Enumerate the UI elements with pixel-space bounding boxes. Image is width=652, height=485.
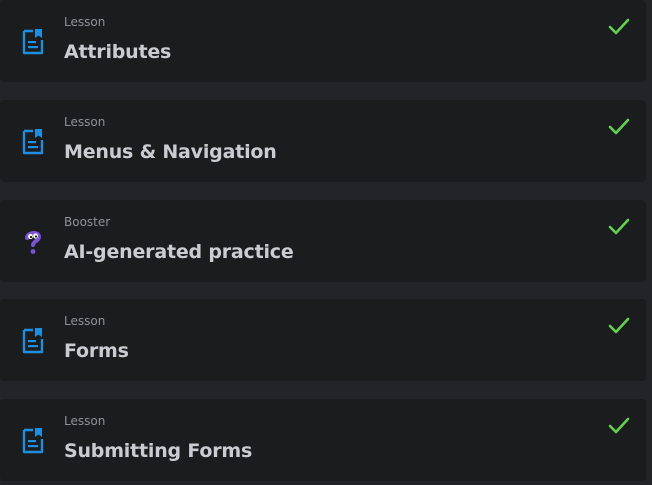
item-title: Forms: [64, 340, 129, 362]
item-type-label: Lesson: [64, 115, 106, 129]
item-type-label: Lesson: [64, 414, 106, 428]
item-title: Menus & Navigation: [64, 141, 277, 163]
checkmark-icon: [607, 117, 631, 137]
item-title: Attributes: [64, 41, 172, 63]
item-type-label: Booster: [64, 215, 111, 229]
list-item-attributes[interactable]: Lesson Attributes: [0, 0, 646, 82]
lesson-document-icon: [20, 28, 46, 56]
checkmark-icon: [607, 416, 631, 436]
list-item-menus-navigation[interactable]: Lesson Menus & Navigation: [0, 100, 646, 182]
item-type-label: Lesson: [64, 314, 106, 328]
item-title: Submitting Forms: [64, 440, 253, 462]
booster-question-icon: [20, 228, 46, 256]
list-item-ai-practice[interactable]: Booster AI-generated practice: [0, 200, 646, 282]
list-item-submitting-forms[interactable]: Lesson Submitting Forms: [0, 399, 646, 481]
lesson-document-icon: [20, 128, 46, 156]
checkmark-icon: [607, 217, 631, 237]
checkmark-icon: [607, 316, 631, 336]
checkmark-icon: [607, 17, 631, 37]
lesson-document-icon: [20, 327, 46, 355]
lesson-list: Lesson Attributes Lesson Menus & Navigat…: [0, 0, 652, 485]
list-item-forms[interactable]: Lesson Forms: [0, 299, 646, 381]
lesson-document-icon: [20, 427, 46, 455]
item-type-label: Lesson: [64, 15, 106, 29]
item-title: AI-generated practice: [64, 241, 294, 263]
